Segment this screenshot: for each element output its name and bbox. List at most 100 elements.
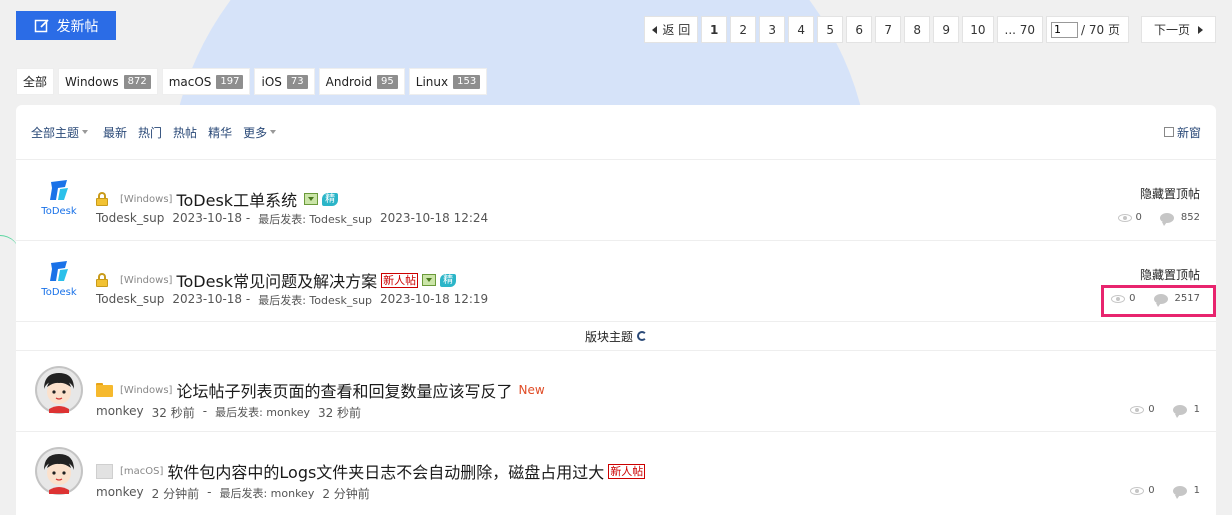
thread-date: 2023-10-18 - <box>172 211 251 225</box>
thread-list-panel: 全部主题 最新 热门 热帖 精华 更多 新窗 ToDesk [Windows] … <box>16 105 1216 515</box>
thread-tag[interactable]: [Windows] <box>120 385 172 396</box>
count-badge: 73 <box>286 74 308 89</box>
image-attachment-icon <box>422 274 437 286</box>
thread-title[interactable]: 软件包内容中的Logs文件夹日志不会自动删除，磁盘占用过大 <box>167 459 604 483</box>
user-avatar[interactable] <box>34 365 84 415</box>
thread-tag[interactable]: [macOS] <box>120 466 163 477</box>
thread-author[interactable]: monkey <box>96 485 144 502</box>
last-post-label[interactable]: 最后发表: monkey <box>215 404 310 421</box>
comment-icon <box>1159 212 1174 226</box>
last-post-label[interactable]: 最后发表: Todesk_sup <box>258 292 372 308</box>
reply-count: 1 <box>1193 485 1200 496</box>
page-input[interactable] <box>1051 21 1079 38</box>
digest-badge: 精 <box>440 273 457 287</box>
refresh-icon <box>637 331 647 341</box>
section-divider[interactable]: 版块主题 <box>16 322 1216 351</box>
category-android[interactable]: Android 95 <box>318 68 405 95</box>
comment-icon <box>1172 404 1187 418</box>
count-badge: 197 <box>216 74 244 89</box>
thread-toolbar: 全部主题 最新 热门 热帖 精华 更多 新窗 <box>16 105 1216 160</box>
thread-stats: 0 852 <box>1117 212 1200 226</box>
category-macos[interactable]: macOS 197 <box>161 68 251 95</box>
eye-icon <box>1130 486 1145 495</box>
back-button[interactable]: 返 回 <box>644 16 699 43</box>
page-6[interactable]: 6 <box>846 16 873 43</box>
todesk-avatar: ToDesk <box>40 180 77 217</box>
caret-down-icon <box>270 130 277 134</box>
page-8[interactable]: 8 <box>904 16 931 43</box>
filter-hot[interactable]: 热门 <box>138 124 162 141</box>
count-badge: 872 <box>123 74 151 89</box>
thread-author[interactable]: monkey <box>96 404 144 421</box>
filter-hot-posts[interactable]: 热帖 <box>173 124 197 141</box>
page-9[interactable]: 9 <box>933 16 960 43</box>
thread-tag[interactable]: [Windows] <box>120 194 172 205</box>
category-ios[interactable]: iOS 73 <box>254 68 315 95</box>
page-10[interactable]: 10 <box>962 16 994 43</box>
page-1[interactable]: 1 <box>701 16 728 43</box>
thread-date: 32 秒前 <box>151 406 195 420</box>
digest-badge: 精 <box>322 192 339 206</box>
thread-author[interactable]: Todesk_sup <box>96 292 164 308</box>
page-4[interactable]: 4 <box>788 16 815 43</box>
filter-digest[interactable]: 精华 <box>208 124 232 141</box>
thread-title[interactable]: ToDesk常见问题及解决方案 <box>176 268 377 292</box>
new-badge: New <box>518 383 545 397</box>
highlight-box <box>1101 285 1216 317</box>
thread-title[interactable]: ToDesk工单系统 <box>176 187 297 211</box>
thread-author[interactable]: Todesk_sup <box>96 211 164 227</box>
category-all[interactable]: 全部 <box>16 68 55 95</box>
lock-icon <box>96 273 108 287</box>
category-linux[interactable]: Linux 153 <box>408 68 488 95</box>
checkbox[interactable] <box>1163 127 1174 137</box>
thread-tag[interactable]: [Windows] <box>120 275 172 286</box>
new-window-toggle[interactable]: 新窗 <box>1163 124 1201 141</box>
triangle-left-icon <box>652 25 658 34</box>
thread-row: ToDesk [Windows] ToDesk工单系统 精 Todesk_sup… <box>16 160 1216 241</box>
hide-sticky-button[interactable]: 隐藏置顶帖 <box>1140 185 1200 202</box>
last-post-time: 2 分钟前 <box>322 487 370 501</box>
view-count: 0 <box>1148 485 1155 496</box>
svg-text:ToDesk: ToDesk <box>40 287 77 298</box>
svg-text:ToDesk: ToDesk <box>40 206 77 217</box>
pagination: 返 回 1 2 3 4 5 6 7 8 9 10 ... 70 / 70 页 下… <box>644 16 1216 43</box>
newbie-badge: 新人帖 <box>608 463 646 479</box>
count-badge: 153 <box>453 74 481 89</box>
lock-icon <box>96 192 108 206</box>
page-jump: / 70 页 <box>1046 16 1129 43</box>
thread-title[interactable]: 论坛帖子列表页面的查看和回复数量应该写反了 <box>176 378 512 402</box>
page-3[interactable]: 3 <box>759 16 786 43</box>
thread-stats: 0 1 <box>1130 485 1200 499</box>
page-last[interactable]: ... 70 <box>996 16 1044 43</box>
separator: - <box>207 485 212 499</box>
view-count: 0 <box>1135 212 1142 223</box>
filter-latest[interactable]: 最新 <box>103 124 127 141</box>
new-post-button[interactable]: 发新帖 <box>16 11 116 40</box>
section-label: 版块主题 <box>584 329 633 344</box>
last-post-label[interactable]: 最后发表: Todesk_sup <box>258 211 372 227</box>
page-7[interactable]: 7 <box>875 16 902 43</box>
count-badge: 95 <box>377 74 398 89</box>
hide-sticky-button[interactable]: 隐藏置顶帖 <box>1140 266 1200 283</box>
user-avatar[interactable] <box>34 446 84 496</box>
document-icon <box>96 463 113 479</box>
eye-icon <box>1117 213 1132 222</box>
page-5[interactable]: 5 <box>817 16 844 43</box>
category-windows[interactable]: Windows 872 <box>58 68 158 95</box>
reply-count: 1 <box>1193 404 1200 415</box>
filter-all-topics[interactable]: 全部主题 <box>31 124 89 141</box>
thread-row: [Windows] 论坛帖子列表页面的查看和回复数量应该写反了 New monk… <box>16 351 1216 432</box>
thread-row: [macOS] 软件包内容中的Logs文件夹日志不会自动删除，磁盘占用过大 新人… <box>16 432 1216 515</box>
last-post-time: 32 秒前 <box>317 406 362 420</box>
thread-stats: 0 1 <box>1130 404 1200 418</box>
filter-more[interactable]: 更多 <box>243 124 277 141</box>
thread-date: 2 分钟前 <box>151 487 200 501</box>
newbie-badge: 新人帖 <box>381 272 419 288</box>
thread-date: 2023-10-18 - <box>172 292 251 306</box>
comment-icon <box>1172 485 1187 499</box>
caret-down-icon <box>82 130 89 134</box>
folder-icon <box>96 383 113 397</box>
last-post-label[interactable]: 最后发表: monkey <box>219 485 314 502</box>
next-page-button[interactable]: 下一页 <box>1140 16 1216 43</box>
page-2[interactable]: 2 <box>730 16 757 43</box>
